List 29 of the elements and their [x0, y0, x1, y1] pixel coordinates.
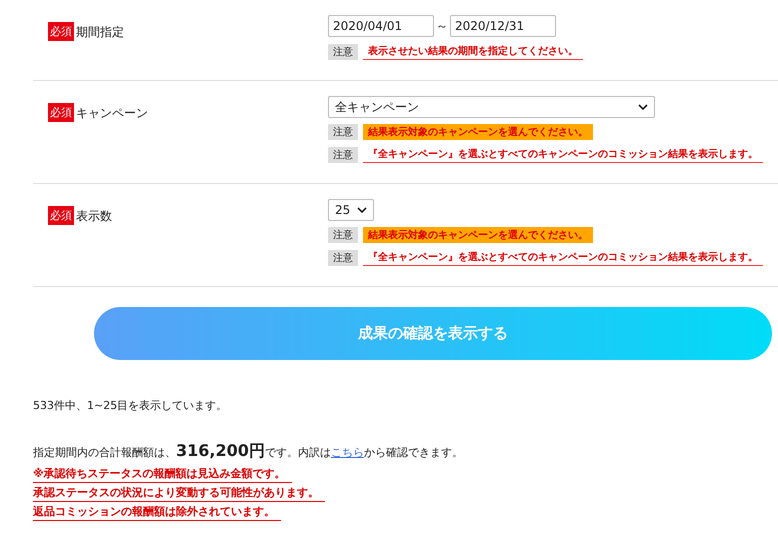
note-tag: 注意 [328, 44, 358, 60]
date-field[interactable]: 2020/04/01 [328, 15, 434, 37]
chevron-down-icon [357, 207, 367, 213]
note-text: 結果表示対象のキャンペーンを選んでください。 [363, 227, 593, 243]
note-text: 表示させたい結果の期間を指定してください。 [363, 43, 583, 60]
note-tag: 注意 [328, 146, 358, 162]
details-link[interactable]: こちら [330, 446, 364, 459]
field-label: 期間指定 [76, 24, 124, 41]
result-count: 533件中、1~25目を表示しています。 [33, 398, 228, 413]
field-label: キャンペーン [76, 105, 148, 122]
note-tag: 注意 [328, 124, 358, 140]
range-separator: ～ [436, 18, 448, 34]
note-text: 結果表示対象のキャンペーンを選んでください。 [363, 124, 593, 140]
required-badge: 必須 [48, 22, 74, 41]
note-tag: 注意 [328, 227, 358, 243]
note-tag: 注意 [328, 250, 358, 266]
field-label: 表示数 [76, 208, 112, 225]
total-sentence: 指定期間内の合計報酬額は、316,200円です。内訳はこちらから確認できます。 [33, 441, 464, 462]
date-field[interactable]: 2020/12/31 [450, 15, 556, 37]
required-badge: 必須 [48, 206, 74, 225]
note-text: 『全キャンペーン』を選ぶとすべてのキャンペーンのコミッション結果を表示します。 [363, 249, 763, 266]
warning-text: 承認ステータスの状況により変動する可能性があります。 [33, 485, 325, 502]
chevron-down-icon [638, 104, 648, 110]
required-badge: 必須 [48, 103, 74, 122]
select-field[interactable]: 25 [328, 199, 374, 221]
warning-text: ※承認待ちステータスの報酬額は見込み金額です。 [33, 466, 292, 483]
warning-text: 返品コミッションの報酬額は除外されています。 [33, 504, 281, 521]
select-field[interactable]: 全キャンペーン [328, 96, 655, 118]
note-text: 『全キャンペーン』を選ぶとすべてのキャンペーンのコミッション結果を表示します。 [363, 146, 763, 163]
